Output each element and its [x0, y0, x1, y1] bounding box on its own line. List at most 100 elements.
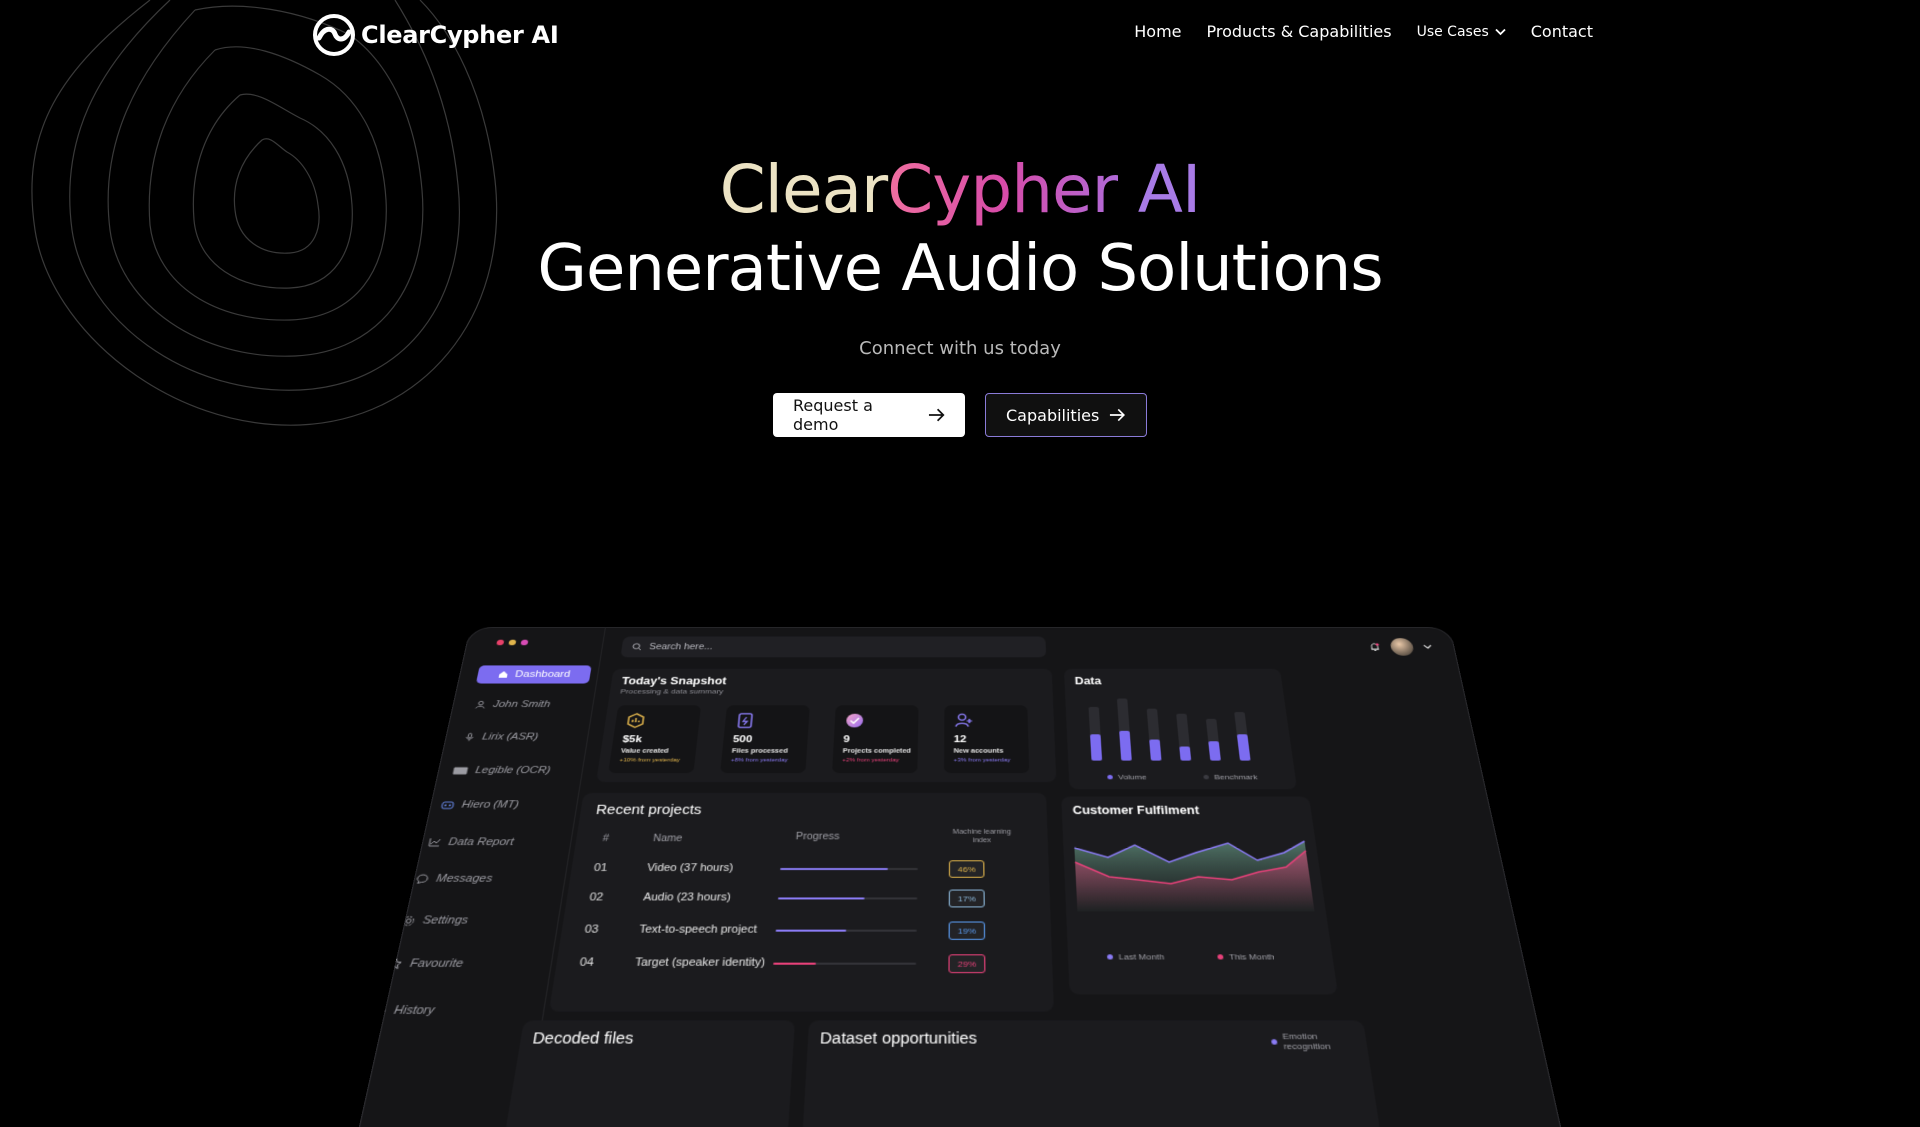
sidebar-item-favourite[interactable]: Favourite [376, 952, 507, 975]
sidebar-item-label: Dashboard [514, 670, 571, 680]
nav-links: Home Products & Capabilities Use Cases C… [1134, 22, 1593, 41]
table-row[interactable]: 04 Target (speaker identity) 29% [553, 956, 1053, 985]
data-bar-chart [1065, 690, 1295, 776]
table-row[interactable]: 01 Video (37 hours) 46% [568, 862, 1049, 889]
data-card-title: Data [1074, 675, 1101, 687]
sidebar-item-label: John Smith [492, 699, 551, 709]
fulfilment-legend-this-month: This Month [1217, 952, 1275, 961]
sidebar-item-settings[interactable]: Settings [391, 909, 520, 931]
table-row[interactable]: 03 Text-to-speech project 19% [558, 924, 1051, 953]
sidebar-item-label: Messages [435, 873, 493, 885]
home-icon [497, 670, 509, 678]
volume-bars [1090, 731, 1251, 761]
hero-brand-cypher: Cypher [887, 150, 1118, 230]
progress-fill [778, 897, 864, 899]
legend-dot [1107, 954, 1113, 959]
table-header-name: Name [652, 834, 683, 844]
nav-products-link[interactable]: Products & Capabilities [1207, 22, 1392, 41]
brand-logo[interactable]: ClearCypher AI [313, 14, 558, 56]
stat-files-processed: 500 Files processed +8% from yesterday [720, 705, 810, 773]
notification-bell-icon[interactable] [1368, 642, 1382, 652]
emotion-recognition-legend: Emotion recognition [1270, 1031, 1368, 1051]
snapshot-title: Today's Snapshot [621, 675, 727, 687]
arrow-right-icon [1109, 408, 1126, 422]
ocr-icon [452, 766, 469, 774]
dashboard-window: Dashboard John Smith Lirix (ASR) Legible… [358, 627, 1562, 1127]
stat-label: Projects completed [843, 748, 911, 754]
nav-home-link[interactable]: Home [1134, 22, 1181, 41]
sidebar-item-label: Favourite [409, 957, 464, 970]
row-progress-bar [773, 963, 916, 965]
dataset-opportunities-title: Dataset opportunities [820, 1029, 978, 1047]
row-ml-index-badge: 17% [949, 890, 985, 908]
sidebar-item-label: Hiero (MT) [461, 799, 520, 810]
row-name: Audio (23 hours) [643, 892, 731, 904]
sidebar-item-messages[interactable]: Messages [405, 868, 532, 890]
file-icon [734, 712, 756, 729]
row-progress-bar [778, 897, 917, 899]
table-header-num: # [602, 834, 610, 844]
row-number: 03 [584, 924, 600, 936]
search-placeholder: Search here... [649, 642, 713, 651]
sidebar-item-history[interactable]: History [361, 999, 495, 1023]
nav-use-cases-dropdown[interactable]: Use Cases [1417, 24, 1506, 40]
sidebar-item-data-report[interactable]: Data Report [418, 832, 543, 853]
translate-icon [440, 800, 455, 809]
arrow-right-icon [928, 408, 945, 422]
check-badge-icon [844, 712, 866, 729]
top-navigation: ClearCypher AI Home Products & Capabilit… [0, 0, 1920, 70]
sidebar-item-label: Lirix (ASR) [481, 732, 539, 742]
sidebar-item-lirix[interactable]: Lirix (ASR) [454, 727, 573, 746]
stat-delta: +10% from yesterday [619, 758, 680, 763]
stat-value: 9 [843, 734, 850, 744]
avatar[interactable] [1389, 638, 1415, 656]
hero-title: Generative Audio Solutions [0, 226, 1920, 312]
stat-delta: +8% from yesterday [731, 758, 788, 763]
chevron-down-icon[interactable] [1423, 644, 1433, 649]
row-number: 02 [589, 892, 605, 904]
fulfilment-area-chart [1062, 824, 1330, 942]
add-user-icon [954, 712, 975, 729]
sidebar-item-legible[interactable]: Legible (OCR) [442, 761, 563, 781]
decoded-files-title: Decoded files [531, 1029, 634, 1047]
row-progress-bar [776, 930, 917, 932]
star-icon [387, 957, 404, 970]
brand-name: ClearCypher AI [361, 21, 558, 49]
stat-label: Value created [620, 748, 669, 754]
nav-contact-link[interactable]: Contact [1531, 22, 1593, 41]
clearcypher-logo-icon [313, 14, 355, 56]
stat-label: New accounts [954, 748, 1004, 754]
value-icon [624, 712, 647, 729]
history-icon [372, 1005, 388, 1017]
table-header-ml-index: Machine learning index [944, 828, 1021, 845]
progress-fill [780, 868, 887, 870]
row-progress-bar [780, 868, 918, 870]
legend-dot [1203, 775, 1209, 779]
row-number: 04 [579, 956, 595, 969]
row-ml-index-badge: 46% [949, 860, 985, 877]
request-demo-button[interactable]: Request a demo [773, 393, 965, 437]
legend-label: This Month [1229, 952, 1276, 961]
dashboard-preview: Dashboard John Smith Lirix (ASR) Legible… [470, 615, 1450, 1080]
hero-brand-title: ClearCypher AI [0, 150, 1920, 230]
stat-value-created: $5k Value created +10% from yesterday [608, 705, 701, 773]
snapshot-card: Today's Snapshot Processing & data summa… [596, 669, 1056, 782]
capabilities-button[interactable]: Capabilities [985, 393, 1147, 437]
table-row[interactable]: 02 Audio (23 hours) 17% [564, 892, 1051, 920]
row-number: 01 [593, 862, 608, 874]
sidebar-item-label: History [393, 1004, 436, 1017]
dashboard-search-input[interactable]: Search here... [620, 636, 1046, 657]
hero-brand-clear: Clear [720, 150, 888, 230]
decoded-files-card: Decoded files [505, 1020, 795, 1127]
dataset-opportunities-card: Dataset opportunities Emotion recognitio… [803, 1020, 1381, 1127]
legend-dot [1107, 775, 1113, 779]
sidebar-item-hiero[interactable]: Hiero (MT) [430, 795, 553, 815]
stat-delta: +3% from yesterday [954, 758, 1011, 763]
sidebar-item-john-smith[interactable]: John Smith [465, 695, 582, 714]
gear-icon [401, 915, 416, 926]
sidebar-item-label: Legible (OCR) [474, 765, 551, 776]
snapshot-subtitle: Processing & data summary [620, 688, 724, 696]
dashboard-top-icons [1367, 638, 1434, 656]
stat-label: Files processed [732, 748, 788, 754]
sidebar-item-dashboard[interactable]: Dashboard [476, 665, 592, 683]
